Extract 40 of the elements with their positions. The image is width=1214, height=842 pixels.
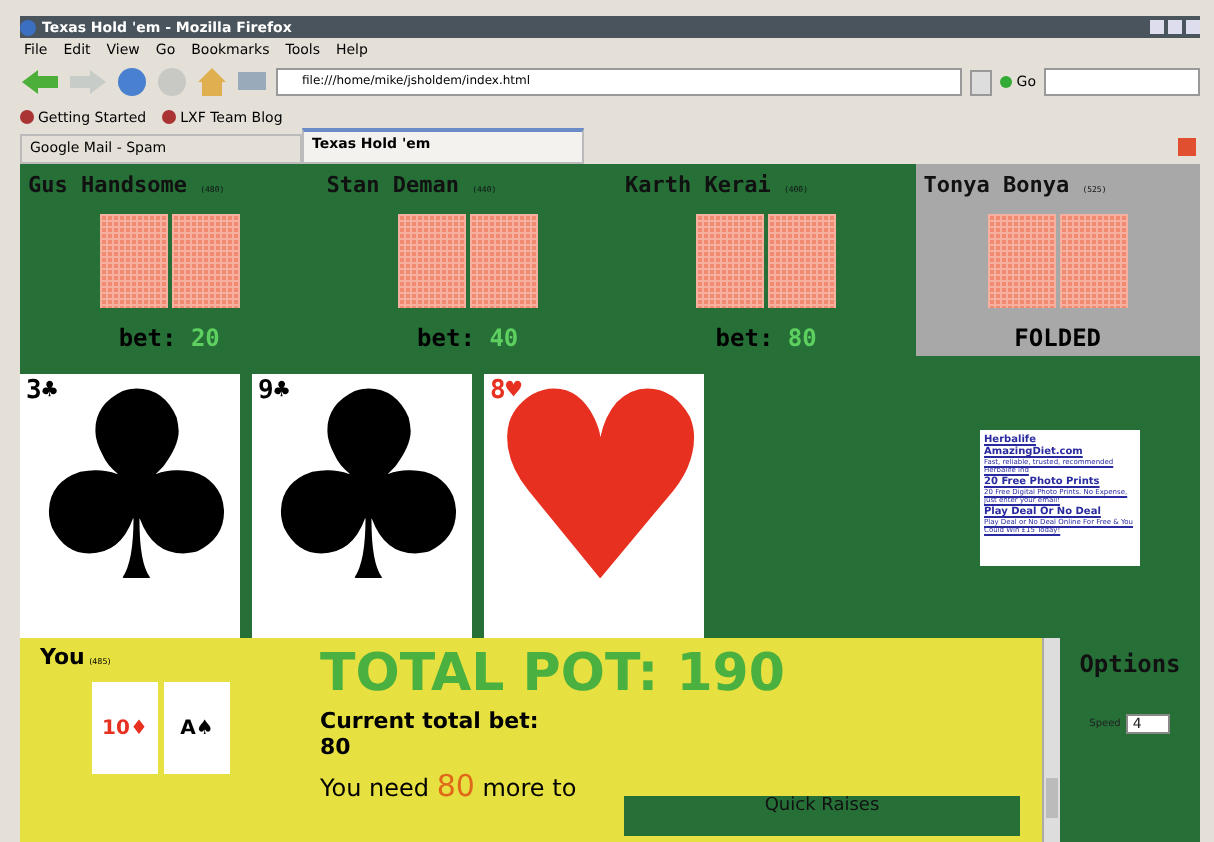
globe-icon: [20, 19, 36, 35]
playing-card: 10♦: [92, 682, 158, 774]
player-name: Gus Handsome: [28, 172, 187, 198]
close-tab-button[interactable]: [1178, 138, 1196, 156]
card-back: [171, 214, 240, 308]
home-icon[interactable]: [196, 66, 228, 98]
card-back: [397, 214, 466, 308]
card-back: [696, 214, 765, 308]
dropdown-button[interactable]: [970, 69, 993, 95]
monitor-icon[interactable]: [236, 68, 268, 96]
player-name: You: [40, 644, 85, 670]
player-name: Stan Deman: [326, 172, 459, 198]
call-message: You need 80 more to: [320, 768, 577, 804]
quick-raises-title: Quick Raises: [764, 796, 880, 816]
bet-label: bet:: [715, 324, 774, 352]
options-title: Options: [1079, 650, 1181, 678]
total-pot: TOTAL POT: 190: [320, 644, 787, 704]
current-bet-label: Current total bet:: [320, 708, 541, 734]
card-back: [469, 214, 538, 308]
folded-label: FOLDED: [1014, 324, 1102, 352]
bet-amount: 40: [489, 324, 519, 352]
current-bet-value: 80: [320, 734, 353, 760]
minimize-button[interactable]: [1150, 20, 1164, 34]
bet-amount: 20: [190, 324, 220, 352]
search-field[interactable]: [1044, 68, 1200, 96]
bet-label: bet:: [118, 324, 177, 352]
close-button[interactable]: [1186, 20, 1200, 34]
playing-card: A♠: [164, 682, 230, 774]
card-back: [99, 214, 168, 308]
card-back: [987, 214, 1056, 308]
player-name: Tonya Bonya: [923, 172, 1070, 198]
player-name: Karth Kerai: [624, 172, 771, 198]
bet-amount: 80: [787, 324, 817, 352]
maximize-button[interactable]: [1168, 20, 1182, 34]
card-back: [1059, 214, 1128, 308]
scrollbar[interactable]: [1042, 638, 1060, 842]
card-back: [768, 214, 837, 308]
forward-arrow-icon[interactable]: [68, 68, 108, 96]
bet-label: bet:: [417, 324, 475, 352]
back-arrow-icon[interactable]: [20, 68, 60, 96]
